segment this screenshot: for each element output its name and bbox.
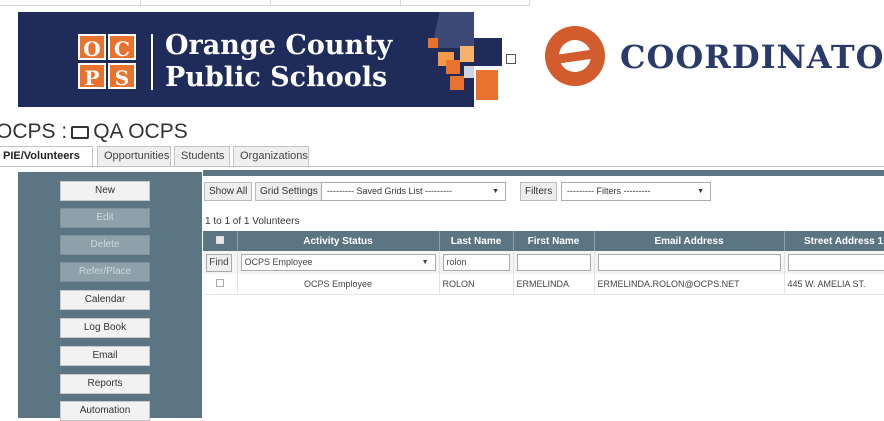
col-street-address[interactable]: Street Address 1 bbox=[784, 231, 884, 251]
filters-button[interactable]: Filters bbox=[520, 182, 557, 201]
tab-pie-volunteers[interactable]: PIE/Volunteers bbox=[0, 146, 93, 168]
decor-square bbox=[506, 54, 516, 64]
cell-last-name: ROLON bbox=[439, 274, 513, 294]
folder-icon bbox=[71, 126, 89, 139]
cell-email: ERMELINDA.ROLON@OCPS.NET bbox=[594, 274, 784, 294]
filters-select[interactable]: --------- Filters ---------▼ bbox=[561, 182, 711, 201]
tab-organizations[interactable]: Organizations bbox=[233, 146, 309, 167]
tab-students[interactable]: Students bbox=[174, 146, 230, 167]
coordinator-e-icon bbox=[545, 26, 605, 86]
cell-street: 445 W. AMELIA ST. bbox=[784, 274, 884, 294]
col-first-name[interactable]: First Name bbox=[513, 231, 594, 251]
col-email[interactable]: Email Address bbox=[594, 231, 784, 251]
new-button[interactable]: New bbox=[60, 181, 150, 201]
cell-activity-status: OCPS Employee bbox=[237, 274, 439, 294]
decor-square bbox=[446, 60, 460, 74]
automation-button[interactable]: Automation bbox=[60, 401, 150, 421]
email-button[interactable]: Email bbox=[60, 346, 150, 366]
table-row[interactable]: OCPS Employee ROLON ERMELINDA ERMELINDA.… bbox=[203, 274, 884, 294]
page-title: OCPS :QA OCPS bbox=[0, 120, 188, 144]
grid-settings-button[interactable]: Grid Settings bbox=[255, 182, 323, 201]
calendar-button[interactable]: Calendar bbox=[60, 290, 150, 310]
first-name-filter[interactable] bbox=[517, 254, 591, 271]
activity-status-filter[interactable]: OCPS Employee▼ bbox=[241, 254, 436, 271]
sidebar: New Edit Delete Refer/Place Calendar Log… bbox=[18, 172, 202, 418]
reports-button[interactable]: Reports bbox=[60, 374, 150, 394]
dropdown-arrow-icon: ▼ bbox=[422, 255, 429, 270]
panel-header-bar bbox=[203, 170, 884, 176]
saved-grids-select[interactable]: --------- Saved Grids List ---------▼ bbox=[321, 182, 506, 201]
dropdown-arrow-icon: ▼ bbox=[492, 183, 499, 200]
cell-first-name: ERMELINDA bbox=[513, 274, 594, 294]
select-all-checkbox[interactable] bbox=[216, 236, 224, 244]
edit-button[interactable]: Edit bbox=[60, 208, 150, 228]
tabs-divider bbox=[0, 166, 884, 167]
find-button[interactable]: Find bbox=[206, 254, 232, 272]
school-name: Orange County Public Schools bbox=[165, 30, 392, 94]
ocps-logo: O C P S bbox=[78, 34, 140, 92]
decor-square bbox=[464, 66, 474, 78]
decor-square bbox=[432, 12, 474, 48]
logo-divider bbox=[151, 34, 153, 90]
top-table-remnant bbox=[0, 0, 530, 6]
decor-square bbox=[460, 46, 474, 62]
volunteers-grid: Activity Status Last Name First Name Ema… bbox=[203, 231, 884, 295]
row-checkbox[interactable] bbox=[216, 279, 224, 287]
log-book-button[interactable]: Log Book bbox=[60, 318, 150, 338]
delete-button[interactable]: Delete bbox=[60, 235, 150, 255]
ocps-banner: O C P S Orange County Public Schools bbox=[18, 12, 474, 107]
decor-square bbox=[450, 76, 464, 90]
dropdown-arrow-icon: ▼ bbox=[697, 183, 704, 200]
last-name-filter[interactable]: rolon bbox=[443, 254, 510, 271]
grid-header-row: Activity Status Last Name First Name Ema… bbox=[203, 231, 884, 251]
col-last-name[interactable]: Last Name bbox=[439, 231, 513, 251]
col-activity-status[interactable]: Activity Status bbox=[237, 231, 439, 251]
decor-square bbox=[428, 38, 438, 48]
tab-opportunities[interactable]: Opportunities bbox=[97, 146, 171, 167]
refer-place-button[interactable]: Refer/Place bbox=[60, 262, 150, 282]
result-count: 1 to 1 of 1 Volunteers bbox=[205, 216, 300, 227]
decor-square bbox=[476, 70, 498, 100]
street-filter[interactable] bbox=[788, 254, 884, 271]
show-all-button[interactable]: Show All bbox=[204, 182, 252, 201]
coordinator-logo: COORDINATOR bbox=[545, 22, 875, 102]
email-filter[interactable] bbox=[598, 254, 781, 271]
main-panel: Show All Grid Settings --------- Saved G… bbox=[203, 170, 884, 418]
filter-row: Find OCPS Employee▼ rolon bbox=[203, 251, 884, 274]
decor-square bbox=[474, 38, 502, 66]
